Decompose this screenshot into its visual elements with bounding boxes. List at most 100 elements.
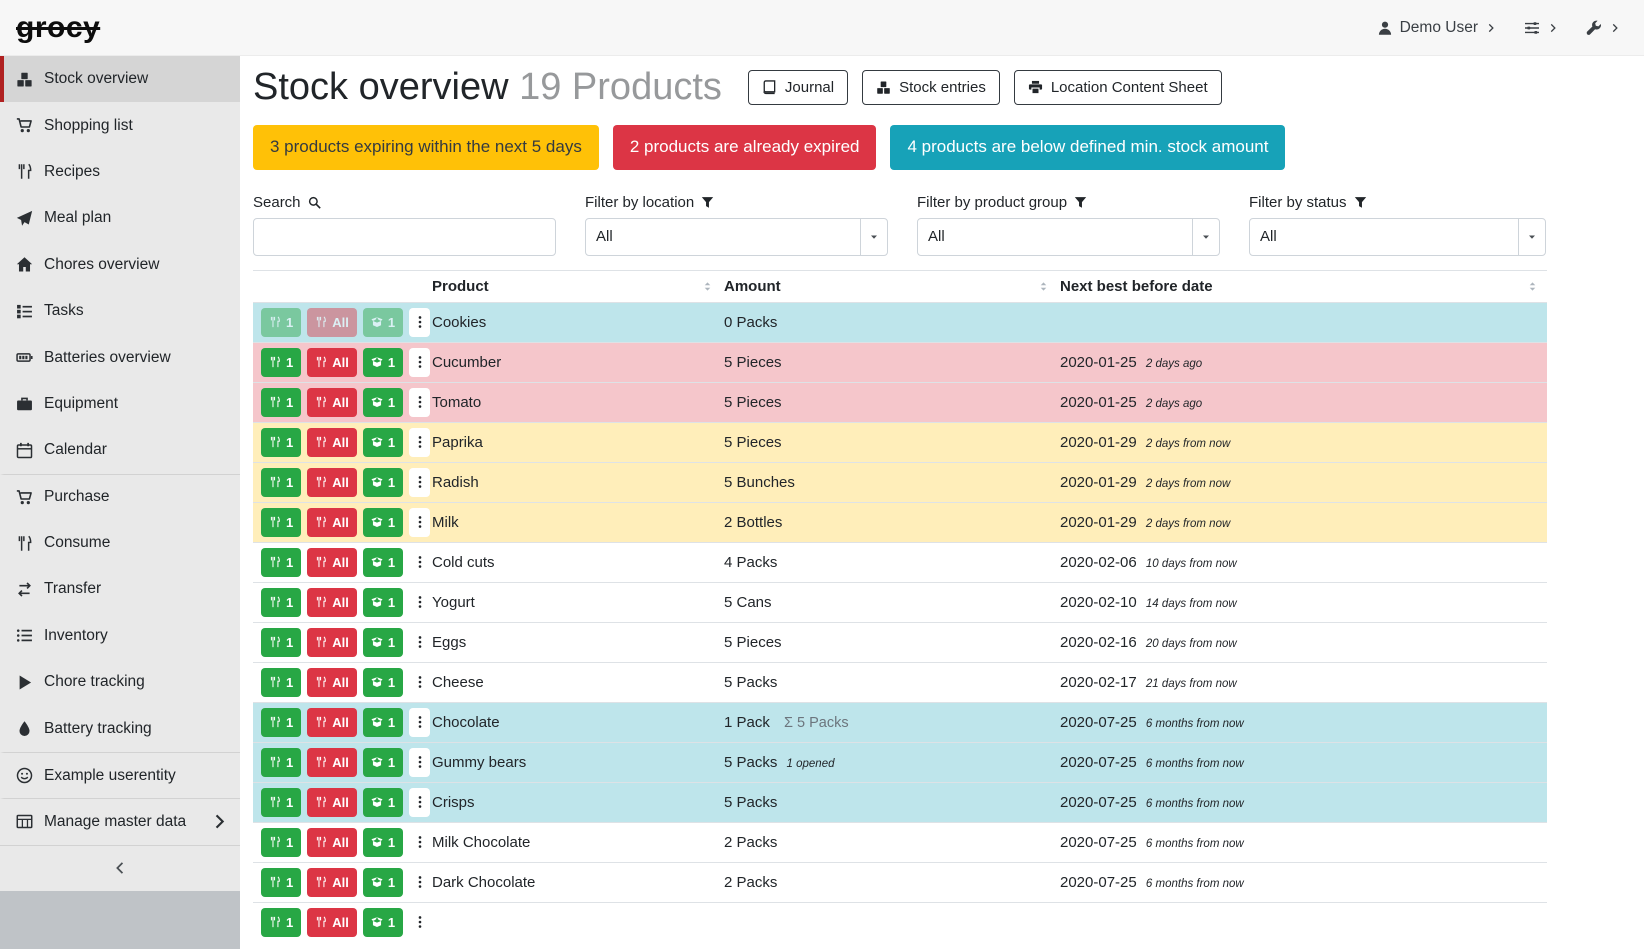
- app-logo[interactable]: grocy: [16, 11, 100, 45]
- open-one-button[interactable]: 1: [363, 348, 403, 377]
- column-header-product[interactable]: Product: [430, 270, 722, 302]
- sidebar-item-chore-tracking[interactable]: Chore tracking: [0, 659, 240, 705]
- open-one-button[interactable]: 1: [363, 468, 403, 497]
- sidebar-item-inventory[interactable]: Inventory: [0, 613, 240, 659]
- location-content-sheet-button[interactable]: Location Content Sheet: [1014, 70, 1222, 105]
- open-one-button[interactable]: 1: [363, 788, 403, 817]
- open-one-button[interactable]: 1: [363, 428, 403, 457]
- consume-one-button[interactable]: 1: [261, 588, 301, 617]
- column-header-amount[interactable]: Amount: [722, 270, 1058, 302]
- user-icon: [1377, 20, 1393, 36]
- consume-all-button[interactable]: All: [307, 508, 357, 537]
- consume-one-button[interactable]: 1: [261, 428, 301, 457]
- consume-all-button[interactable]: All: [307, 828, 357, 857]
- consume-all-button[interactable]: All: [307, 348, 357, 377]
- consume-one-button[interactable]: 1: [261, 748, 301, 777]
- row-menu-button[interactable]: [409, 668, 430, 697]
- below-min-stock-banner[interactable]: 4 products are below defined min. stock …: [890, 125, 1285, 170]
- open-one-button[interactable]: 1: [363, 628, 403, 657]
- open-one-button[interactable]: 1: [363, 868, 403, 897]
- row-menu-button[interactable]: [409, 708, 430, 737]
- row-menu-button[interactable]: [409, 308, 430, 337]
- open-one-button[interactable]: 1: [363, 588, 403, 617]
- expiring-products-banner[interactable]: 3 products expiring within the next 5 da…: [253, 125, 599, 170]
- open-one-button[interactable]: 1: [363, 708, 403, 737]
- row-menu-button[interactable]: [409, 588, 430, 617]
- sidebar-item-equipment[interactable]: Equipment: [0, 381, 240, 427]
- expired-products-banner[interactable]: 2 products are already expired: [613, 125, 877, 170]
- open-one-button[interactable]: 1: [363, 388, 403, 417]
- row-menu-button[interactable]: [409, 628, 430, 657]
- row-menu-button[interactable]: [409, 828, 430, 857]
- open-one-button[interactable]: 1: [363, 508, 403, 537]
- row-menu-button[interactable]: [409, 868, 430, 897]
- sidebar-item-example-userentity[interactable]: Example userentity: [0, 752, 240, 798]
- open-one-button[interactable]: 1: [363, 908, 403, 937]
- sidebar-item-transfer[interactable]: Transfer: [0, 566, 240, 612]
- sidebar-item-calendar[interactable]: Calendar: [0, 427, 240, 473]
- sidebar-item-purchase[interactable]: Purchase: [0, 474, 240, 520]
- sidebar-item-batteries-overview[interactable]: Batteries overview: [0, 334, 240, 380]
- consume-one-button[interactable]: 1: [261, 468, 301, 497]
- consume-one-button[interactable]: 1: [261, 708, 301, 737]
- consume-one-button[interactable]: 1: [261, 628, 301, 657]
- sidebar-item-manage-master-data[interactable]: Manage master data: [0, 798, 240, 844]
- row-menu-button[interactable]: [409, 788, 430, 817]
- consume-one-button[interactable]: 1: [261, 348, 301, 377]
- consume-all-button[interactable]: All: [307, 388, 357, 417]
- open-one-button[interactable]: 1: [363, 668, 403, 697]
- sidebar-item-battery-tracking[interactable]: Battery tracking: [0, 705, 240, 751]
- row-menu-button[interactable]: [409, 548, 430, 577]
- row-menu-button[interactable]: [409, 748, 430, 777]
- consume-all-button[interactable]: All: [307, 588, 357, 617]
- search-input[interactable]: [253, 218, 556, 256]
- admin-menu[interactable]: [1586, 20, 1620, 36]
- consume-all-button[interactable]: All: [307, 548, 357, 577]
- row-menu-button[interactable]: [409, 388, 430, 417]
- consume-all-button[interactable]: All: [307, 908, 357, 937]
- consume-all-button[interactable]: All: [307, 788, 357, 817]
- column-header-next-best-before-date[interactable]: Next best before date: [1058, 270, 1547, 302]
- sidebar-collapse-button[interactable]: [0, 845, 240, 891]
- open-one-button[interactable]: 1: [363, 308, 403, 337]
- consume-one-button[interactable]: 1: [261, 788, 301, 817]
- consume-one-button[interactable]: 1: [261, 308, 301, 337]
- stock-entries-button[interactable]: Stock entries: [862, 70, 1000, 105]
- consume-one-button[interactable]: 1: [261, 668, 301, 697]
- consume-one-button[interactable]: 1: [261, 508, 301, 537]
- sidebar-item-shopping-list[interactable]: Shopping list: [0, 102, 240, 148]
- open-one-button[interactable]: 1: [363, 748, 403, 777]
- settings-menu[interactable]: [1524, 20, 1558, 36]
- sidebar-item-tasks[interactable]: Tasks: [0, 288, 240, 334]
- sidebar-item-chores-overview[interactable]: Chores overview: [0, 242, 240, 288]
- consume-one-button[interactable]: 1: [261, 828, 301, 857]
- row-menu-button[interactable]: [409, 428, 430, 457]
- open-one-button[interactable]: 1: [363, 548, 403, 577]
- consume-all-button[interactable]: All: [307, 468, 357, 497]
- consume-one-button[interactable]: 1: [261, 908, 301, 937]
- row-menu-button[interactable]: [409, 508, 430, 537]
- sidebar-item-consume[interactable]: Consume: [0, 520, 240, 566]
- product-group-filter-select[interactable]: All: [917, 218, 1220, 256]
- consume-one-button[interactable]: 1: [261, 868, 301, 897]
- consume-one-button[interactable]: 1: [261, 548, 301, 577]
- sidebar-item-stock-overview[interactable]: Stock overview: [0, 56, 240, 102]
- user-menu[interactable]: Demo User: [1377, 19, 1496, 37]
- consume-all-button[interactable]: All: [307, 308, 357, 337]
- consume-all-button[interactable]: All: [307, 748, 357, 777]
- journal-button[interactable]: Journal: [748, 70, 848, 105]
- open-one-button[interactable]: 1: [363, 828, 403, 857]
- row-menu-button[interactable]: [409, 348, 430, 377]
- row-menu-button[interactable]: [409, 908, 430, 937]
- status-filter-select[interactable]: All: [1249, 218, 1546, 256]
- consume-one-button[interactable]: 1: [261, 388, 301, 417]
- consume-all-button[interactable]: All: [307, 628, 357, 657]
- consume-all-button[interactable]: All: [307, 708, 357, 737]
- row-menu-button[interactable]: [409, 468, 430, 497]
- sidebar-item-recipes[interactable]: Recipes: [0, 149, 240, 195]
- sidebar-item-meal-plan[interactable]: Meal plan: [0, 195, 240, 241]
- location-filter-select[interactable]: All: [585, 218, 888, 256]
- consume-all-button[interactable]: All: [307, 668, 357, 697]
- consume-all-button[interactable]: All: [307, 868, 357, 897]
- consume-all-button[interactable]: All: [307, 428, 357, 457]
